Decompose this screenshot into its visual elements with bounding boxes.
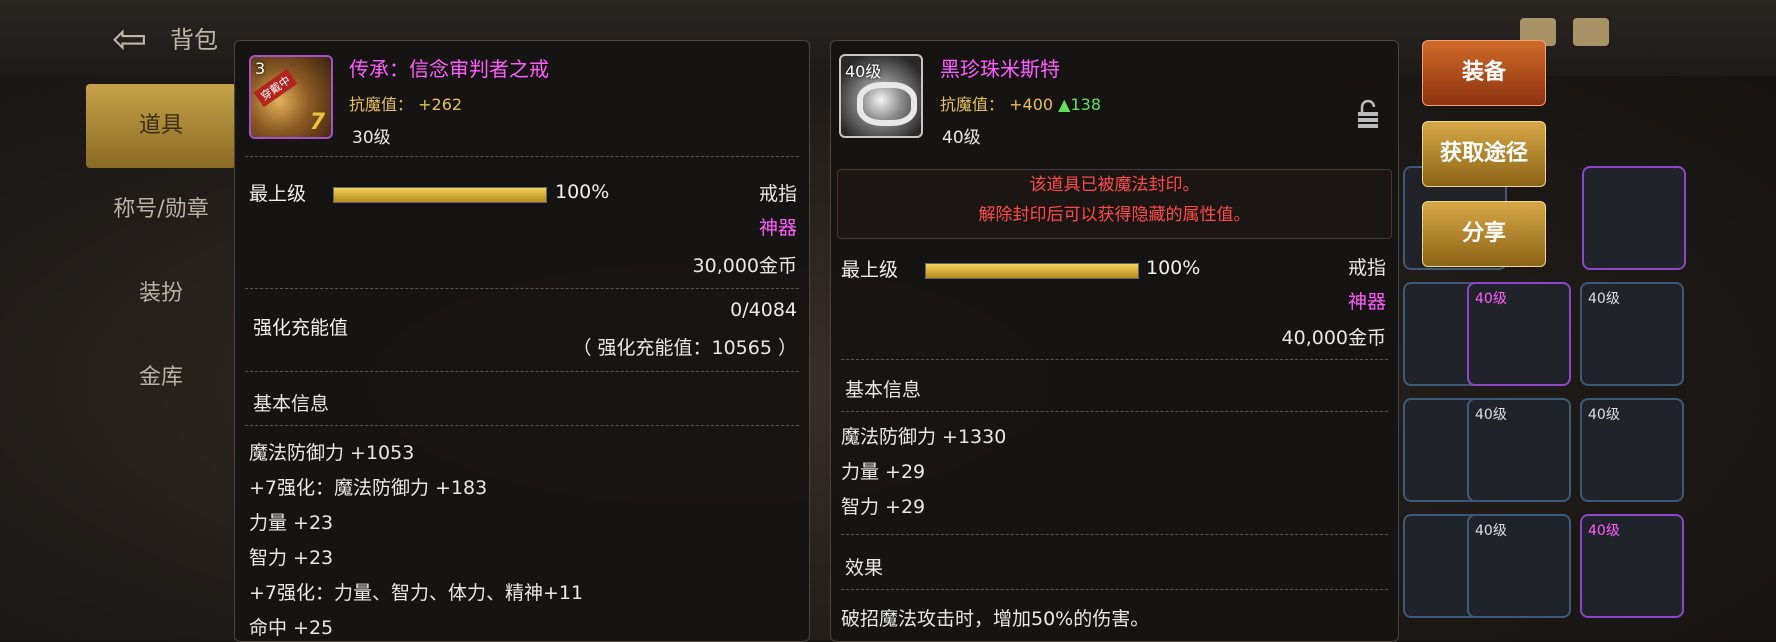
max-level-percent: 100% bbox=[1146, 257, 1201, 279]
attr-line: 魔法防御力 +1053 bbox=[249, 442, 415, 464]
slot-level: 40级 bbox=[1475, 407, 1507, 423]
back-arrow-icon[interactable]: ⇦ bbox=[112, 14, 147, 63]
max-level-bar-fill bbox=[334, 188, 546, 202]
attr-line: 智力 +23 bbox=[249, 547, 334, 569]
charge-value: 0/4084 bbox=[730, 299, 797, 321]
lock-icon bbox=[1358, 99, 1378, 128]
item-name: 黑珍珠米斯特 bbox=[940, 57, 1060, 81]
item-name: 传承：信念审判者之戒 bbox=[349, 57, 549, 81]
max-level-bar bbox=[333, 187, 547, 203]
item-price: 40,000金币 bbox=[1281, 327, 1386, 349]
attr-line: 力量 +29 bbox=[841, 461, 926, 483]
enhance-level: 7 bbox=[309, 110, 325, 135]
resist-stat: 抗魔值： +262 bbox=[349, 91, 462, 115]
item-rarity: 神器 bbox=[1347, 291, 1386, 313]
attr-line: 智力 +29 bbox=[841, 496, 926, 518]
item-icon-level: 40级 bbox=[845, 62, 882, 81]
item-rarity: 神器 bbox=[758, 217, 797, 239]
seal-notice: 该道具已被魔法封印。 解除封印后可以获得隐藏的属性值。 bbox=[837, 169, 1392, 239]
attr-line: 魔法防御力 +1330 bbox=[841, 426, 1007, 448]
item-price: 30,000金币 bbox=[692, 255, 797, 277]
inventory-slot[interactable]: 40级 bbox=[1467, 398, 1571, 502]
slot-level: 40级 bbox=[1588, 523, 1620, 539]
effect-title: 效果 bbox=[845, 557, 884, 579]
item-slot-type: 戒指 bbox=[758, 183, 797, 205]
item-icon: 40级 bbox=[839, 54, 923, 138]
seal-line: 解除封印后可以获得隐藏的属性值。 bbox=[978, 205, 1251, 225]
slot-level: 40级 bbox=[1475, 291, 1507, 307]
slot-level: 40级 bbox=[1475, 523, 1507, 539]
inventory-slot[interactable]: 40级 bbox=[1580, 398, 1684, 502]
slot-level: 40级 bbox=[1588, 407, 1620, 423]
inventory-slot[interactable]: 40级 bbox=[1580, 282, 1684, 386]
attr-line-enhance: +7强化：力量、智力、体力、精神+11 bbox=[249, 582, 584, 604]
max-level-percent: 100% bbox=[555, 181, 610, 203]
nav-item-vault[interactable]: 金库 bbox=[86, 336, 236, 420]
equipped-item-panel: 3 穿戴中 7 传承：信念审判者之戒 抗魔值： +262 30级 最上级 100… bbox=[234, 40, 810, 642]
divider bbox=[245, 371, 799, 373]
max-level-bar bbox=[925, 263, 1139, 279]
compare-item-panel: 40级 黑珍珠米斯特 抗魔值： +400 ▲138 40级 该道具已被魔法封印。… bbox=[830, 40, 1399, 642]
charge-detail: （ 强化充能值：10565 ） bbox=[572, 337, 797, 359]
obtain-method-button[interactable]: 获取途径 bbox=[1422, 121, 1546, 187]
attr-line: 命中 +25 bbox=[249, 617, 334, 639]
stat-delta: ▲138 bbox=[1058, 95, 1101, 114]
seal-line: 该道具已被魔法封印。 bbox=[1029, 175, 1200, 195]
item-level: 30级 bbox=[352, 128, 391, 148]
inventory-slot[interactable]: 40级 bbox=[1467, 514, 1571, 618]
stat-label: 抗魔值： bbox=[940, 95, 1005, 114]
divider bbox=[841, 534, 1388, 536]
stat-value: +400 bbox=[1009, 95, 1054, 114]
chat-icon[interactable] bbox=[1573, 18, 1610, 46]
inventory-slot[interactable] bbox=[1582, 166, 1686, 270]
stat-label: 抗魔值： bbox=[349, 95, 414, 114]
nav-item-titles[interactable]: 称号/勋章 bbox=[86, 168, 236, 252]
item-level: 40级 bbox=[942, 128, 981, 148]
left-nav: 道具 称号/勋章 装扮 金库 bbox=[86, 84, 236, 420]
nav-item-items[interactable]: 道具 bbox=[86, 84, 236, 168]
divider bbox=[841, 589, 1388, 591]
divider bbox=[841, 359, 1388, 361]
charge-label: 强化充能值 bbox=[253, 317, 349, 339]
inventory-slot[interactable]: 40级 bbox=[1580, 514, 1684, 618]
divider bbox=[245, 156, 799, 158]
item-slot-type: 戒指 bbox=[1347, 257, 1386, 279]
attr-line-enhance: +7强化：魔法防御力 +183 bbox=[249, 477, 488, 499]
max-level-bar-fill bbox=[926, 264, 1138, 278]
basic-info-title: 基本信息 bbox=[845, 379, 922, 401]
item-icon-level: 3 bbox=[255, 59, 266, 78]
stat-value: +262 bbox=[418, 95, 463, 114]
inventory-slot[interactable]: 40级 bbox=[1467, 282, 1571, 386]
share-button[interactable]: 分享 bbox=[1422, 201, 1546, 267]
resist-stat: 抗魔值： +400 ▲138 bbox=[940, 91, 1101, 115]
divider bbox=[245, 288, 799, 290]
basic-info-title: 基本信息 bbox=[253, 393, 330, 415]
max-level-label: 最上级 bbox=[841, 259, 899, 281]
max-level-label: 最上级 bbox=[249, 183, 307, 205]
nav-item-avatar[interactable]: 装扮 bbox=[86, 252, 236, 336]
ring-icon bbox=[857, 82, 917, 126]
slot-level: 40级 bbox=[1588, 291, 1620, 307]
equip-button[interactable]: 装备 bbox=[1422, 40, 1546, 106]
effect-text: 破招魔法攻击时，增加50%的伤害。 bbox=[841, 608, 1150, 630]
page-title: 背包 bbox=[170, 26, 218, 54]
item-icon: 3 穿戴中 7 bbox=[249, 55, 333, 139]
attr-line: 力量 +23 bbox=[249, 512, 334, 534]
divider bbox=[841, 411, 1388, 413]
divider bbox=[245, 425, 799, 427]
